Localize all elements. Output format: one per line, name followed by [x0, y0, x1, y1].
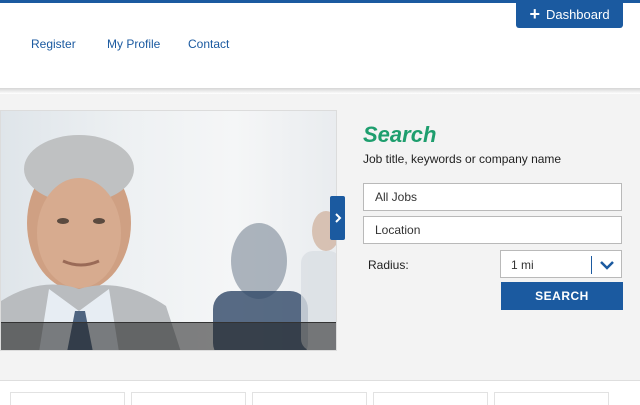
radius-select[interactable]: 1 mi	[500, 250, 622, 278]
category-tile[interactable]	[252, 392, 367, 405]
section-divider	[0, 380, 640, 381]
nav-link-register[interactable]: Register	[31, 37, 76, 51]
hero-photo	[0, 110, 337, 351]
chevron-down-icon	[600, 261, 614, 270]
search-title: Search	[363, 122, 437, 147]
nav-link-my-profile[interactable]: My Profile	[107, 37, 160, 51]
nav-link-contact[interactable]: Contact	[188, 37, 229, 51]
category-tile[interactable]	[10, 392, 125, 405]
hero-photo-illustration	[1, 135, 336, 350]
plus-icon: +	[529, 4, 540, 24]
dashboard-button[interactable]: + Dashboard	[516, 0, 623, 28]
radius-label: Radius:	[368, 258, 409, 272]
location-input[interactable]: Location	[363, 216, 622, 244]
radius-value: 1 mi	[511, 258, 534, 272]
category-tile[interactable]	[373, 392, 488, 405]
select-divider	[591, 256, 592, 274]
category-tile[interactable]	[494, 392, 609, 405]
search-button[interactable]: SEARCH	[501, 282, 623, 310]
category-tile[interactable]	[131, 392, 246, 405]
keywords-input[interactable]: All Jobs	[363, 183, 622, 211]
photo-caption-bar	[1, 322, 336, 350]
slide-next-tab[interactable]	[330, 196, 345, 240]
chevron-right-icon	[334, 213, 341, 223]
dashboard-label: Dashboard	[545, 6, 610, 22]
search-subtitle: Job title, keywords or company name	[363, 152, 562, 166]
